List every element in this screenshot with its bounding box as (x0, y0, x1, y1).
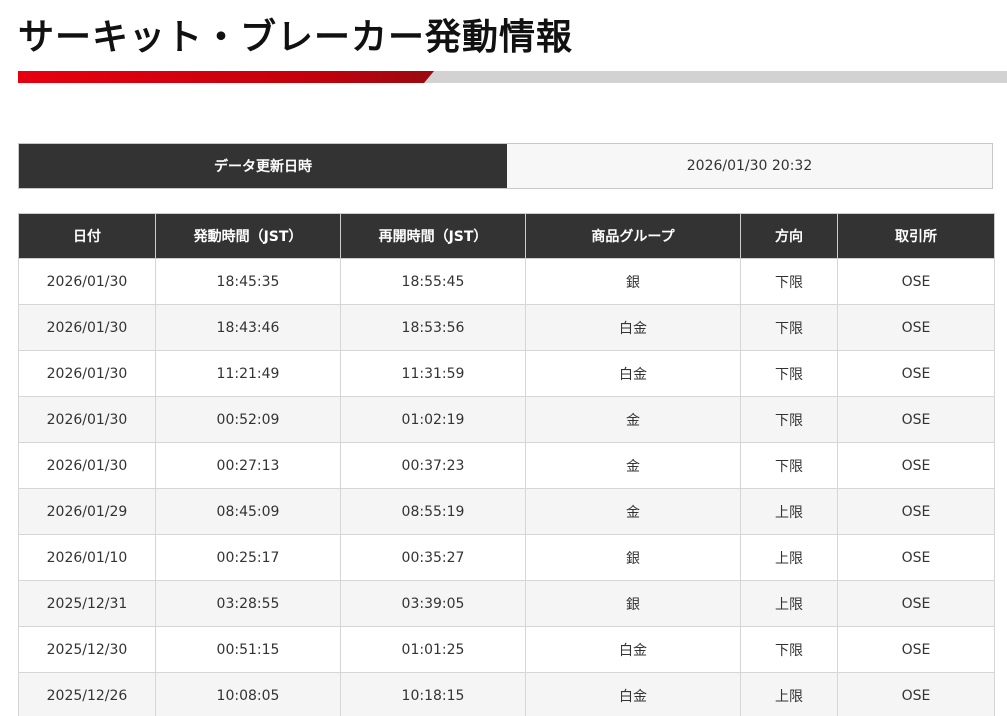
table-header-row: 日付 発動時間（JST） 再開時間（JST） 商品グループ 方向 取引所 (18, 213, 995, 259)
table-row: 2025/12/31 03:28:55 03:39:05 銀 上限 OSE (18, 580, 995, 627)
table-row: 2026/01/30 00:52:09 01:02:19 金 下限 OSE (18, 396, 995, 443)
cell-resume-time: 00:37:23 (340, 442, 526, 489)
cell-resume-time: 01:01:25 (340, 626, 526, 673)
table-body: 2026/01/30 18:45:35 18:55:45 銀 下限 OSE 20… (18, 258, 995, 716)
table-row: 2026/01/10 00:25:17 00:35:27 銀 上限 OSE (18, 534, 995, 581)
column-header-date: 日付 (18, 213, 156, 259)
cell-resume-time: 18:55:45 (340, 258, 526, 305)
data-update-value: 2026/01/30 20:32 (507, 144, 992, 188)
cell-exchange: OSE (837, 396, 995, 443)
cell-exchange: OSE (837, 350, 995, 397)
cell-trigger-time: 10:08:05 (155, 672, 341, 716)
title-underline (18, 71, 1007, 83)
cell-exchange: OSE (837, 672, 995, 716)
cell-direction: 下限 (740, 304, 838, 351)
cell-direction: 上限 (740, 488, 838, 535)
cell-trigger-time: 11:21:49 (155, 350, 341, 397)
cell-trigger-time: 03:28:55 (155, 580, 341, 627)
cell-exchange: OSE (837, 304, 995, 351)
data-update-label: データ更新日時 (19, 144, 507, 188)
cell-direction: 下限 (740, 396, 838, 443)
cell-trigger-time: 00:27:13 (155, 442, 341, 489)
cell-direction: 上限 (740, 580, 838, 627)
cell-direction: 上限 (740, 534, 838, 581)
cell-exchange: OSE (837, 580, 995, 627)
table-row: 2026/01/30 00:27:13 00:37:23 金 下限 OSE (18, 442, 995, 489)
cell-product-group: 金 (525, 396, 741, 443)
cell-resume-time: 01:02:19 (340, 396, 526, 443)
column-header-product-group: 商品グループ (525, 213, 741, 259)
cell-trigger-time: 08:45:09 (155, 488, 341, 535)
cell-date: 2025/12/30 (18, 626, 156, 673)
cell-direction: 上限 (740, 672, 838, 716)
cell-resume-time: 18:53:56 (340, 304, 526, 351)
table-row: 2026/01/30 18:45:35 18:55:45 銀 下限 OSE (18, 258, 995, 305)
cell-date: 2025/12/31 (18, 580, 156, 627)
column-header-exchange: 取引所 (837, 213, 995, 259)
cell-date: 2026/01/30 (18, 396, 156, 443)
cell-trigger-time: 18:45:35 (155, 258, 341, 305)
column-header-trigger-time: 発動時間（JST） (155, 213, 341, 259)
cell-direction: 下限 (740, 626, 838, 673)
page-title: サーキット・ブレーカー発動情報 (18, 17, 574, 58)
cell-direction: 下限 (740, 442, 838, 489)
page: サーキット・ブレーカー発動情報 データ更新日時 2026/01/30 20:32… (0, 0, 1007, 716)
cell-resume-time: 11:31:59 (340, 350, 526, 397)
cell-product-group: 白金 (525, 672, 741, 716)
title-underline-red-accent (18, 71, 434, 83)
cell-trigger-time: 00:52:09 (155, 396, 341, 443)
table-header: 日付 発動時間（JST） 再開時間（JST） 商品グループ 方向 取引所 (18, 213, 995, 259)
cell-date: 2026/01/30 (18, 350, 156, 397)
cell-product-group: 金 (525, 442, 741, 489)
cell-product-group: 銀 (525, 258, 741, 305)
cell-resume-time: 00:35:27 (340, 534, 526, 581)
table-row: 2026/01/30 11:21:49 11:31:59 白金 下限 OSE (18, 350, 995, 397)
cell-exchange: OSE (837, 488, 995, 535)
cell-date: 2026/01/29 (18, 488, 156, 535)
cell-trigger-time: 00:51:15 (155, 626, 341, 673)
column-header-resume-time: 再開時間（JST） (340, 213, 526, 259)
cell-resume-time: 08:55:19 (340, 488, 526, 535)
cell-product-group: 銀 (525, 534, 741, 581)
cell-date: 2026/01/30 (18, 304, 156, 351)
cell-resume-time: 10:18:15 (340, 672, 526, 716)
table-row: 2025/12/26 10:08:05 10:18:15 白金 上限 OSE (18, 672, 995, 716)
data-update-box: データ更新日時 2026/01/30 20:32 (18, 143, 993, 189)
cell-date: 2026/01/10 (18, 534, 156, 581)
cell-resume-time: 03:39:05 (340, 580, 526, 627)
cell-exchange: OSE (837, 258, 995, 305)
cell-trigger-time: 18:43:46 (155, 304, 341, 351)
cell-exchange: OSE (837, 626, 995, 673)
cell-date: 2025/12/26 (18, 672, 156, 716)
circuit-breaker-table: 日付 発動時間（JST） 再開時間（JST） 商品グループ 方向 取引所 202… (18, 213, 995, 716)
cell-exchange: OSE (837, 442, 995, 489)
cell-product-group: 金 (525, 488, 741, 535)
cell-product-group: 白金 (525, 350, 741, 397)
table-row: 2025/12/30 00:51:15 01:01:25 白金 下限 OSE (18, 626, 995, 673)
cell-direction: 下限 (740, 350, 838, 397)
cell-product-group: 銀 (525, 580, 741, 627)
column-header-direction: 方向 (740, 213, 838, 259)
cell-date: 2026/01/30 (18, 258, 156, 305)
cell-direction: 下限 (740, 258, 838, 305)
cell-date: 2026/01/30 (18, 442, 156, 489)
cell-product-group: 白金 (525, 626, 741, 673)
table-row: 2026/01/29 08:45:09 08:55:19 金 上限 OSE (18, 488, 995, 535)
table-row: 2026/01/30 18:43:46 18:53:56 白金 下限 OSE (18, 304, 995, 351)
cell-product-group: 白金 (525, 304, 741, 351)
cell-exchange: OSE (837, 534, 995, 581)
cell-trigger-time: 00:25:17 (155, 534, 341, 581)
